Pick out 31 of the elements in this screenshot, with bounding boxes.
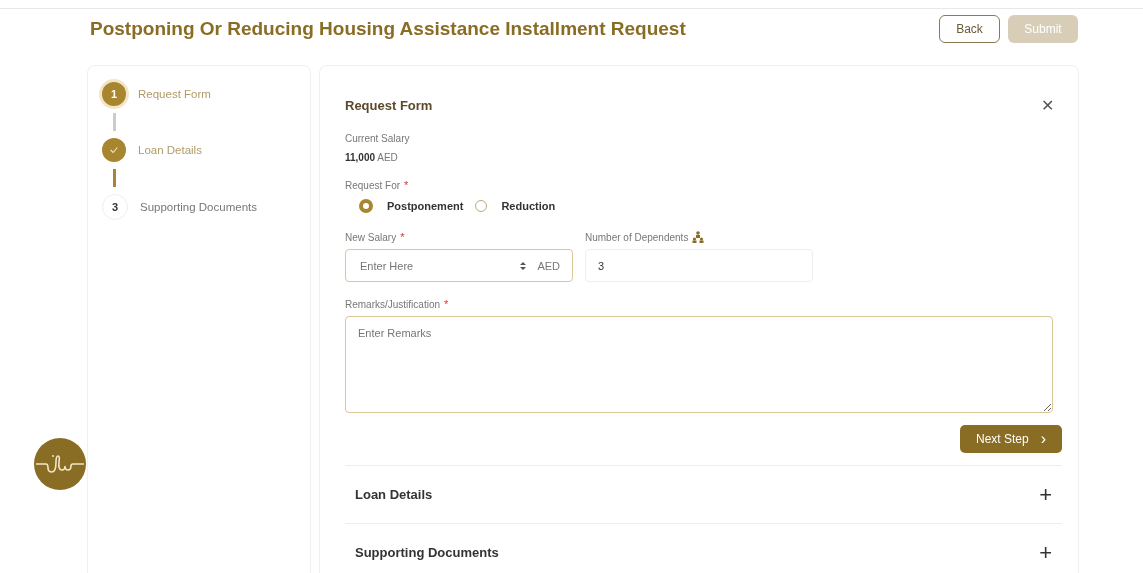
salary-value: 11,000 <box>345 152 376 163</box>
field-label: New Salary <box>345 231 397 243</box>
next-step-button[interactable]: Next Step › <box>959 425 1062 453</box>
step-label[interactable]: Supporting Documents <box>140 201 257 213</box>
spinner-icon[interactable] <box>519 259 528 272</box>
salary-field[interactable]: Enter Here AED <box>345 249 573 282</box>
field-label: Request For <box>345 179 401 191</box>
logo-icon[interactable] <box>34 438 86 490</box>
form-title: Request Form <box>345 98 433 113</box>
field-label: Current Salary <box>345 133 411 144</box>
currency-label: AED <box>377 152 398 163</box>
dependents-field[interactable]: 3 <box>585 249 813 282</box>
field-label: Remarks/Justification <box>345 298 441 310</box>
expand-icon[interactable]: + <box>1039 481 1052 508</box>
radio-option[interactable]: Reduction <box>475 199 556 213</box>
field-label: Number of Dependents <box>585 231 689 243</box>
step-number: 1 <box>102 82 126 106</box>
remarks-field[interactable]: Enter Remarks <box>345 316 1053 413</box>
close-button[interactable]: ✕ <box>1041 96 1054 115</box>
section-title[interactable]: Supporting Documents <box>355 545 499 560</box>
required-mark: * <box>404 179 409 191</box>
family-icon <box>692 231 705 243</box>
radio-button[interactable] <box>359 199 373 213</box>
expand-icon[interactable]: + <box>1039 539 1052 566</box>
step-number: 3 <box>102 194 128 220</box>
required-mark: * <box>444 298 449 310</box>
back-button[interactable]: Back <box>939 15 1000 43</box>
section-title[interactable]: Loan Details <box>355 487 433 502</box>
required-mark: * <box>400 231 405 243</box>
radio-option[interactable]: Postponement <box>359 199 464 213</box>
page-title: Postponing Or Reducing Housing Assistance Installment Request <box>90 18 686 40</box>
